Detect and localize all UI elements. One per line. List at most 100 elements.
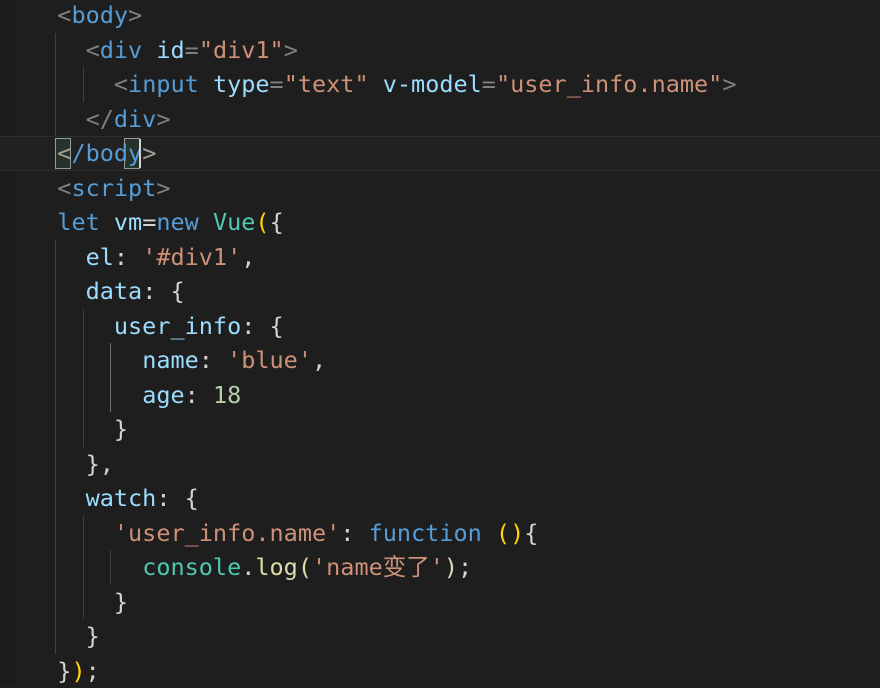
code-line[interactable]: user_info: { — [0, 309, 284, 344]
token-punct: : — [199, 346, 227, 374]
token-tagbr: = — [185, 36, 199, 64]
token-func: log — [255, 553, 297, 581]
token-punct: : — [156, 484, 184, 512]
token-attr: id — [156, 36, 184, 64]
code-line[interactable]: }); — [0, 654, 100, 688]
token-punct: { — [270, 208, 284, 236]
token-brkmatch: > — [142, 139, 156, 167]
token-punct — [29, 415, 114, 443]
code-line[interactable]: 'user_info.name': function (){ — [0, 516, 538, 551]
token-tag: body — [71, 1, 128, 29]
token-paren1: ( — [496, 519, 510, 547]
token-punct — [29, 243, 86, 271]
token-prop: data — [86, 277, 143, 305]
token-punct: { — [524, 519, 538, 547]
token-punct: } — [86, 622, 100, 650]
code-line[interactable]: <div id="div1"> — [0, 33, 298, 68]
token-paren1: ( — [255, 208, 269, 236]
token-tagbr: = — [270, 70, 284, 98]
token-punct — [199, 70, 213, 98]
token-tagbr: < — [114, 70, 128, 98]
token-punct — [29, 450, 86, 478]
token-punct: : — [340, 519, 368, 547]
token-tagbr: > — [284, 36, 298, 64]
token-punct — [29, 484, 86, 512]
token-punct — [29, 553, 142, 581]
token-class: Vue — [213, 208, 255, 236]
token-punct: = — [142, 208, 156, 236]
token-punct — [29, 519, 114, 547]
code-line[interactable]: name: 'blue', — [0, 343, 326, 378]
token-punct — [29, 588, 114, 616]
token-prop: watch — [86, 484, 157, 512]
token-punct — [29, 622, 86, 650]
token-attr: v-model — [383, 70, 482, 98]
token-tag: /body — [71, 139, 142, 167]
token-func: ( — [298, 553, 312, 581]
token-tagbr: < — [57, 174, 71, 202]
code-line[interactable]: el: '#div1', — [0, 240, 255, 275]
caret — [139, 139, 141, 168]
token-punct: } — [57, 657, 71, 685]
code-editor[interactable]: <body> <div id="div1"> <input type="text… — [0, 0, 880, 684]
token-tag: script — [71, 174, 156, 202]
token-punct: } — [114, 415, 128, 443]
token-keyword: function — [369, 519, 482, 547]
token-string: "text" — [284, 70, 369, 98]
code-line[interactable]: age: 18 — [0, 378, 241, 413]
token-tagbr: > — [156, 174, 170, 202]
code-line[interactable]: } — [0, 619, 100, 654]
token-paren1: ) — [71, 657, 85, 685]
token-prop: age — [142, 381, 184, 409]
token-punct — [100, 208, 114, 236]
code-line[interactable]: } — [0, 585, 128, 620]
token-var: vm — [114, 208, 142, 236]
token-punct — [29, 1, 57, 29]
code-line[interactable]: console.log('name变了'); — [0, 550, 472, 585]
token-punct — [29, 174, 57, 202]
token-tagbr: = — [482, 70, 496, 98]
token-punct: ; — [86, 657, 100, 685]
code-line[interactable]: <body> — [0, 0, 142, 33]
token-tagbr: < — [86, 36, 100, 64]
token-class: console — [142, 553, 241, 581]
code-line[interactable]: <input type="text" v-model="user_info.na… — [0, 67, 736, 102]
token-tagbr: > — [156, 105, 170, 133]
token-punct: { — [170, 277, 184, 305]
token-punct — [29, 208, 57, 236]
token-punct: . — [241, 553, 255, 581]
token-tagbr: > — [722, 70, 736, 98]
token-punct: { — [270, 312, 284, 340]
token-punct — [29, 70, 114, 98]
token-prop: name — [142, 346, 199, 374]
token-tag: div — [100, 36, 142, 64]
code-line[interactable]: <script> — [0, 171, 171, 206]
token-punct: , — [241, 243, 255, 271]
token-tag: input — [128, 70, 199, 98]
token-punct: : — [142, 277, 170, 305]
code-line[interactable]: </body> — [0, 136, 156, 171]
code-line[interactable]: } — [0, 412, 128, 447]
token-keyword: let — [57, 208, 99, 236]
token-paren1: ) — [510, 519, 524, 547]
token-func: ) — [444, 553, 458, 581]
token-punct — [29, 657, 57, 685]
token-punct: }, — [86, 450, 114, 478]
token-string: "div1" — [199, 36, 284, 64]
code-line[interactable]: let vm=new Vue({ — [0, 205, 284, 240]
token-punct: : — [114, 243, 142, 271]
token-punct — [29, 277, 86, 305]
token-string: '#div1' — [142, 243, 241, 271]
token-punct — [29, 312, 114, 340]
code-content[interactable]: <body> <div id="div1"> <input type="text… — [0, 0, 880, 684]
code-line[interactable]: }, — [0, 447, 114, 482]
token-punct: ; — [458, 553, 472, 581]
token-tagbr: > — [128, 1, 142, 29]
token-punct — [29, 36, 86, 64]
token-brkmatch: < — [57, 139, 71, 167]
code-line[interactable]: </div> — [0, 102, 171, 137]
code-line[interactable]: data: { — [0, 274, 185, 309]
token-punct — [369, 70, 383, 98]
token-tag: div — [114, 105, 156, 133]
code-line[interactable]: watch: { — [0, 481, 199, 516]
